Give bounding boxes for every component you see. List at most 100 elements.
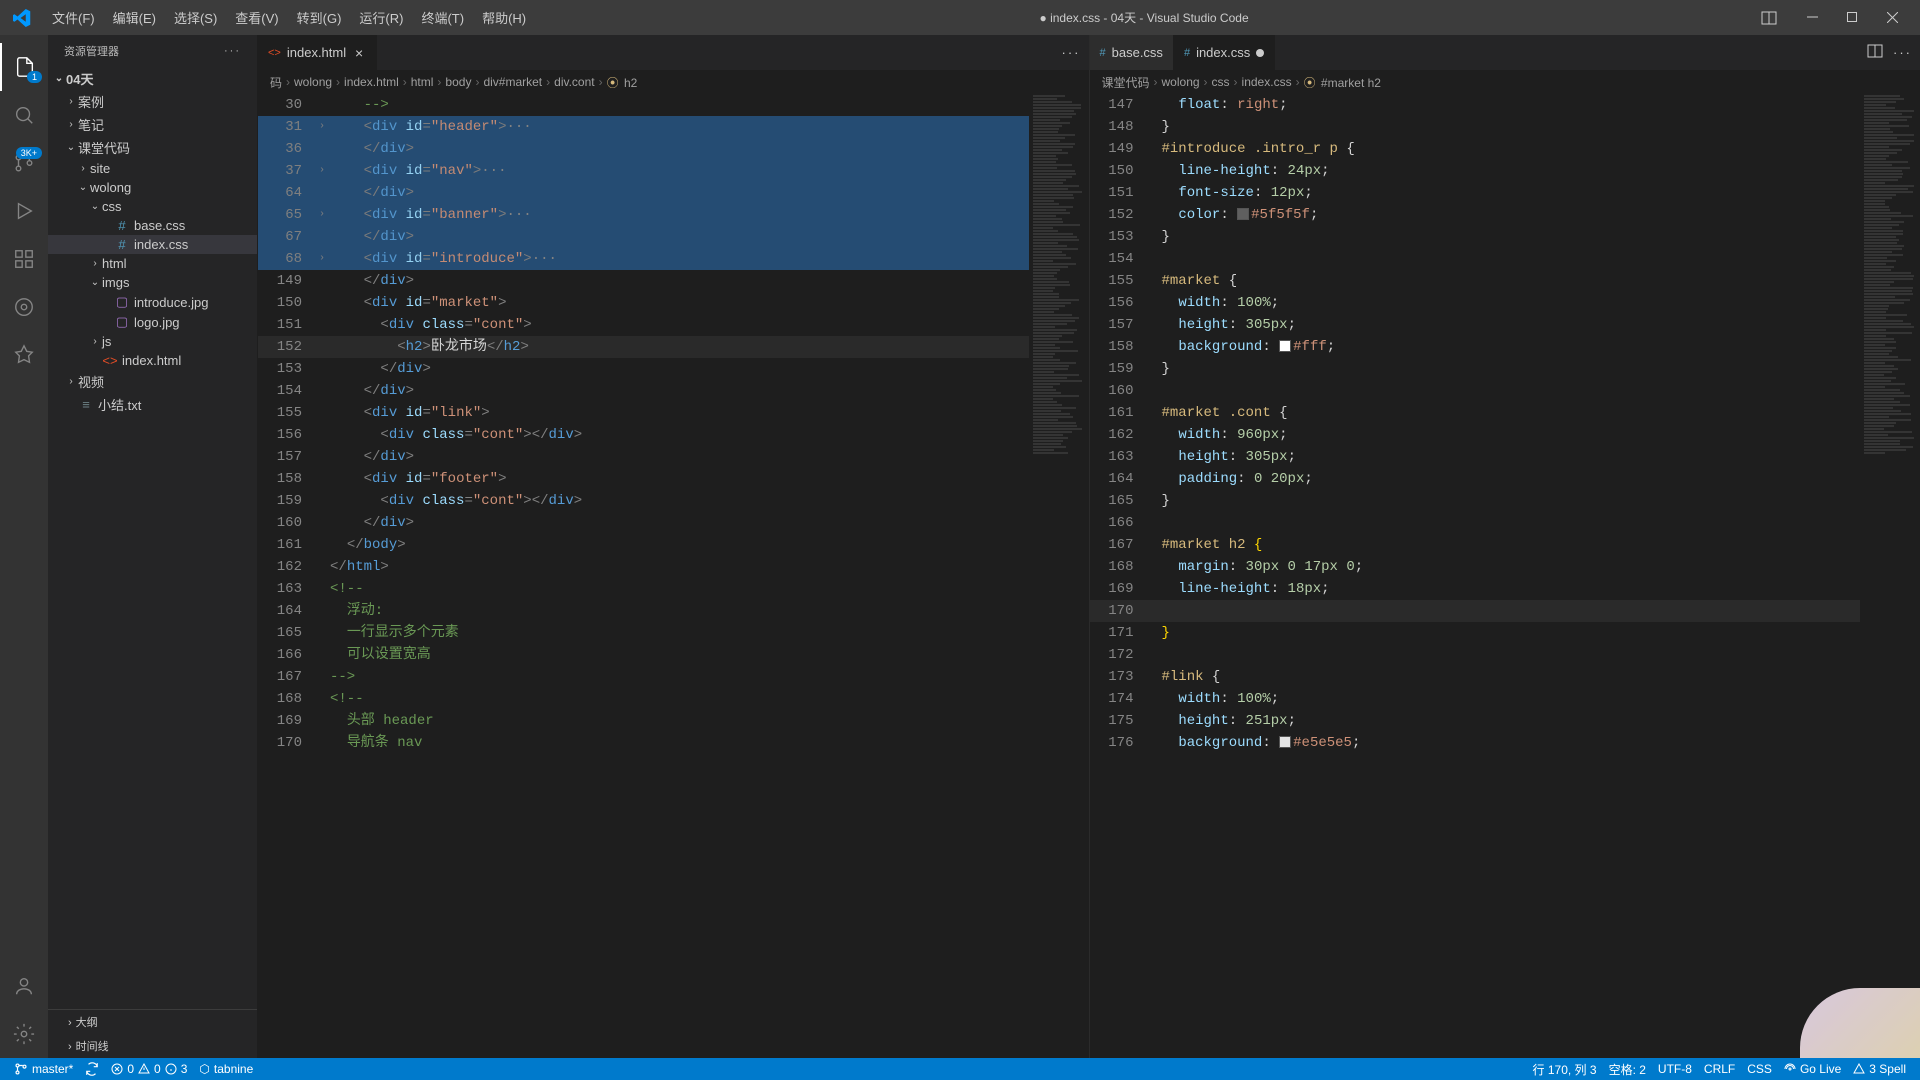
code-line[interactable]: 151 <div class="cont"> — [258, 314, 1029, 336]
code-line[interactable]: 154 </div> — [258, 380, 1029, 402]
code-line[interactable]: 155#market { — [1090, 270, 1861, 292]
code-line[interactable]: 166 — [1090, 512, 1861, 534]
code-line[interactable]: 150 <div id="market"> — [258, 292, 1029, 314]
sidebar-panel-header[interactable]: 时间线 — [48, 1034, 257, 1058]
tree-node[interactable]: #index.css — [48, 235, 257, 254]
search-view-icon[interactable] — [0, 91, 48, 139]
minimap-right[interactable] — [1860, 94, 1920, 1058]
status-sync[interactable] — [79, 1062, 105, 1076]
code-line[interactable]: 165 一行显示多个元素 — [258, 622, 1029, 644]
code-line[interactable]: 148} — [1090, 116, 1861, 138]
breadcrumb-right[interactable]: 课堂代码›wolong›css›index.css›⦿ #market h2 — [1090, 70, 1920, 94]
tree-node[interactable]: 笔记 — [48, 113, 257, 136]
import-profiles-icon[interactable] — [0, 331, 48, 379]
code-line[interactable]: 174 width: 100%; — [1090, 688, 1861, 710]
code-line[interactable]: 158 <div id="footer"> — [258, 468, 1029, 490]
tree-node[interactable]: js — [48, 332, 257, 351]
menu-item[interactable]: 帮助(H) — [474, 4, 534, 31]
code-line[interactable]: 67 </div> — [258, 226, 1029, 248]
breadcrumb-item[interactable]: css — [1212, 75, 1230, 89]
tree-node[interactable]: 案例 — [48, 90, 257, 113]
code-line[interactable]: 169 头部 header — [258, 710, 1029, 732]
code-line[interactable]: 159 <div class="cont"></div> — [258, 490, 1029, 512]
live-view-icon[interactable] — [0, 283, 48, 331]
code-line[interactable]: 152 color: #5f5f5f; — [1090, 204, 1861, 226]
code-line[interactable]: 68› <div id="introduce">··· — [258, 248, 1029, 270]
status-lang[interactable]: CSS — [1741, 1062, 1778, 1076]
code-line[interactable]: 160 </div> — [258, 512, 1029, 534]
close-button[interactable] — [1872, 3, 1912, 33]
editor-tab[interactable]: <>index.html× — [258, 35, 377, 70]
menu-item[interactable]: 选择(S) — [166, 4, 225, 31]
tree-node[interactable]: ≡小结.txt — [48, 393, 257, 416]
breadcrumb-item[interactable]: div#market — [483, 75, 542, 89]
extensions-view-icon[interactable] — [0, 235, 48, 283]
code-line[interactable]: 31› <div id="header">··· — [258, 116, 1029, 138]
code-line[interactable]: 167--> — [258, 666, 1029, 688]
code-line[interactable]: 164 padding: 0 20px; — [1090, 468, 1861, 490]
code-line[interactable]: 65› <div id="banner">··· — [258, 204, 1029, 226]
code-line[interactable]: 30 --> — [258, 94, 1029, 116]
status-spell[interactable]: 3 Spell — [1847, 1062, 1912, 1076]
code-line[interactable]: 158 background: #fff; — [1090, 336, 1861, 358]
code-line[interactable]: 161 </body> — [258, 534, 1029, 556]
breadcrumb-item[interactable]: 课堂代码 — [1102, 74, 1150, 91]
layout-icon[interactable] — [1754, 10, 1784, 26]
code-line[interactable]: 165} — [1090, 490, 1861, 512]
breadcrumb-item[interactable]: wolong — [294, 75, 332, 89]
code-line[interactable]: 164 浮动: — [258, 600, 1029, 622]
debug-view-icon[interactable] — [0, 187, 48, 235]
code-left[interactable]: 30 -->31› <div id="header">···36 </div>3… — [258, 94, 1029, 1058]
menu-item[interactable]: 查看(V) — [227, 4, 286, 31]
code-line[interactable]: 176 background: #e5e5e5; — [1090, 732, 1861, 754]
code-line[interactable]: 162</html> — [258, 556, 1029, 578]
breadcrumb-item[interactable]: div.cont — [554, 75, 594, 89]
code-line[interactable]: 64 </div> — [258, 182, 1029, 204]
breadcrumb-item[interactable]: index.html — [344, 75, 399, 89]
code-line[interactable]: 169 line-height: 18px; — [1090, 578, 1861, 600]
breadcrumb-item[interactable]: 码 — [270, 74, 282, 91]
minimap-left[interactable] — [1029, 94, 1089, 1058]
status-tabnine[interactable]: ⬡ tabnine — [193, 1062, 259, 1076]
code-line[interactable]: 153 </div> — [258, 358, 1029, 380]
breadcrumb-item[interactable]: html — [411, 75, 434, 89]
more-actions-icon[interactable]: ··· — [224, 45, 241, 57]
status-encoding[interactable]: UTF-8 — [1652, 1062, 1698, 1076]
code-line[interactable]: 168 margin: 30px 0 17px 0; — [1090, 556, 1861, 578]
status-branch[interactable]: master* — [8, 1062, 79, 1076]
code-line[interactable]: 175 height: 251px; — [1090, 710, 1861, 732]
code-right[interactable]: 147 float: right;148}149#introduce .intr… — [1090, 94, 1861, 1058]
more-actions-icon[interactable]: ··· — [1062, 45, 1081, 60]
code-line[interactable]: 155 <div id="link"> — [258, 402, 1029, 424]
editor-tab[interactable]: #base.css — [1090, 35, 1174, 70]
code-line[interactable]: 147 float: right; — [1090, 94, 1861, 116]
code-line[interactable]: 154 — [1090, 248, 1861, 270]
code-line[interactable]: 170 — [1090, 600, 1861, 622]
code-line[interactable]: 151 font-size: 12px; — [1090, 182, 1861, 204]
sidebar-panel-header[interactable]: 大纲 — [48, 1010, 257, 1034]
code-line[interactable]: 166 可以设置宽高 — [258, 644, 1029, 666]
breadcrumb-left[interactable]: 码›wolong›index.html›html›body›div#market… — [258, 70, 1089, 94]
code-line[interactable]: 156 <div class="cont"></div> — [258, 424, 1029, 446]
code-line[interactable]: 149 </div> — [258, 270, 1029, 292]
tree-node[interactable]: ▢logo.jpg — [48, 312, 257, 332]
code-line[interactable]: 159} — [1090, 358, 1861, 380]
maximize-button[interactable] — [1832, 3, 1872, 33]
menu-item[interactable]: 文件(F) — [44, 4, 103, 31]
code-line[interactable]: 168<!-- — [258, 688, 1029, 710]
code-line[interactable]: 163 height: 305px; — [1090, 446, 1861, 468]
breadcrumb-item[interactable]: index.css — [1242, 75, 1292, 89]
minimize-button[interactable] — [1792, 3, 1832, 33]
tree-node[interactable]: 视频 — [48, 370, 257, 393]
code-line[interactable]: 173#link { — [1090, 666, 1861, 688]
code-line[interactable]: 157 height: 305px; — [1090, 314, 1861, 336]
code-line[interactable]: 167#market h2 { — [1090, 534, 1861, 556]
code-line[interactable]: 37› <div id="nav">··· — [258, 160, 1029, 182]
more-actions-icon[interactable]: ··· — [1893, 45, 1912, 60]
tree-root[interactable]: 04天 — [48, 67, 257, 90]
breadcrumb-item[interactable]: body — [445, 75, 471, 89]
code-line[interactable]: 160 — [1090, 380, 1861, 402]
menu-item[interactable]: 运行(R) — [351, 4, 411, 31]
close-tab-icon[interactable]: × — [352, 46, 366, 60]
code-line[interactable]: 157 </div> — [258, 446, 1029, 468]
